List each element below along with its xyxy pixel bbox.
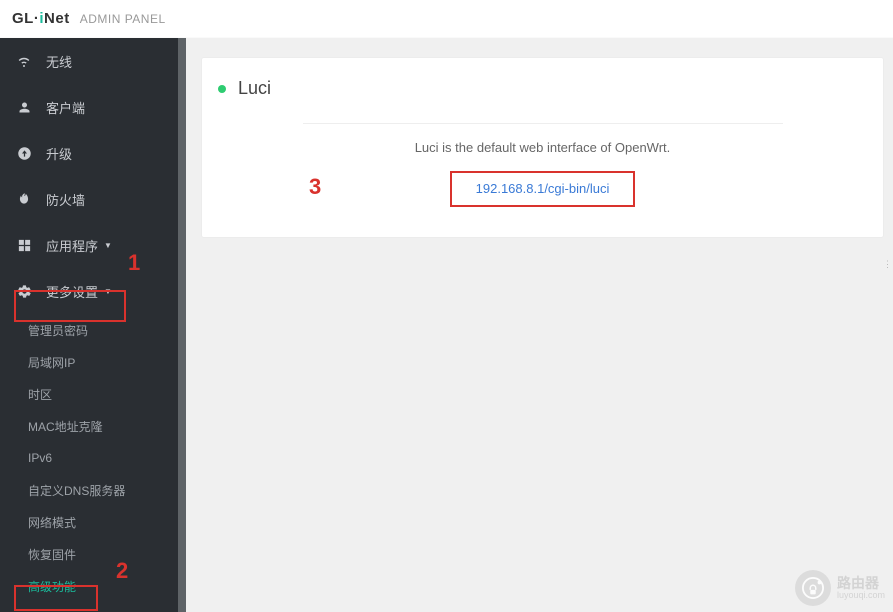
sidebar-item-upgrade[interactable]: 升级	[0, 130, 178, 176]
sub-item-label: MAC地址克隆	[28, 418, 103, 435]
luci-link[interactable]: 192.168.8.1/cgi-bin/luci	[476, 181, 610, 196]
brand-logo: GL·iNet	[12, 10, 70, 27]
chevron-down-icon: ▼	[104, 287, 112, 296]
chevron-down-icon: ▼	[104, 241, 112, 250]
sub-item-label: IPv6	[28, 451, 52, 465]
sub-item-network-mode[interactable]: 网络模式	[0, 506, 178, 538]
luci-card: Luci Luci is the default web interface o…	[202, 58, 883, 237]
brand-i: i	[39, 10, 44, 27]
sidebar-item-label: 客户端	[46, 98, 85, 117]
sub-item-label: 恢复固件	[28, 546, 76, 563]
sub-item-label: 管理员密码	[28, 322, 88, 339]
watermark-line2: luyouqi.com	[837, 591, 885, 600]
sidebar-item-label: 升级	[46, 144, 72, 163]
card-header: Luci	[218, 78, 867, 99]
sub-item-label: 自定义DNS服务器	[28, 482, 125, 499]
watermark-line1: 路由器	[837, 576, 885, 591]
main-content: Luci Luci is the default web interface o…	[186, 38, 893, 612]
brand-suffix: Net	[44, 10, 70, 27]
watermark: 路由器 luyouqi.com	[795, 570, 885, 606]
brand-prefix: GL	[12, 10, 34, 27]
scrollbar-indicator: ⋮	[883, 259, 891, 270]
app-header: GL·iNet ADMIN PANEL	[0, 0, 893, 38]
sidebar-scroll-strip[interactable]	[178, 38, 186, 612]
sidebar-item-label: 应用程序	[46, 236, 98, 255]
sidebar-item-more-settings[interactable]: 更多设置 ▼	[0, 268, 178, 314]
card-description: Luci is the default web interface of Ope…	[303, 140, 783, 155]
sub-item-timezone[interactable]: 时区	[0, 378, 178, 410]
watermark-text: 路由器 luyouqi.com	[837, 576, 885, 600]
card-title: Luci	[238, 78, 271, 99]
user-icon	[16, 99, 32, 115]
panel-title: ADMIN PANEL	[80, 12, 166, 26]
gear-icon	[16, 283, 32, 299]
sub-item-admin-password[interactable]: 管理员密码	[0, 314, 178, 346]
sub-item-label: 网络模式	[28, 514, 76, 531]
sub-item-advanced[interactable]: 高级功能	[0, 570, 178, 602]
sub-item-lan-ip[interactable]: 局域网IP	[0, 346, 178, 378]
sidebar-item-firewall[interactable]: 防火墙	[0, 176, 178, 222]
sidebar-item-label: 防火墙	[46, 190, 85, 209]
sidebar-item-label: 无线	[46, 52, 72, 71]
watermark-icon	[795, 570, 831, 606]
body-wrap: 无线 客户端 升级 防火墙 应用程序 ▼	[0, 38, 893, 612]
link-highlight-box: 192.168.8.1/cgi-bin/luci	[450, 171, 636, 207]
sub-item-mac-clone[interactable]: MAC地址克隆	[0, 410, 178, 442]
sub-item-ipv6[interactable]: IPv6	[0, 442, 178, 474]
sidebar-item-wireless[interactable]: 无线	[0, 38, 178, 84]
sidebar: 无线 客户端 升级 防火墙 应用程序 ▼	[0, 38, 178, 612]
sub-item-restore-firmware[interactable]: 恢复固件	[0, 538, 178, 570]
apps-icon	[16, 237, 32, 253]
sub-item-custom-dns[interactable]: 自定义DNS服务器	[0, 474, 178, 506]
sub-item-label: 高级功能	[28, 578, 76, 595]
status-dot-icon	[218, 85, 226, 93]
card-body: Luci is the default web interface of Ope…	[303, 123, 783, 207]
wifi-icon	[16, 53, 32, 69]
sub-item-label: 局域网IP	[28, 354, 75, 371]
sub-item-label: 时区	[28, 386, 52, 403]
firewall-icon	[16, 191, 32, 207]
sidebar-item-apps[interactable]: 应用程序 ▼	[0, 222, 178, 268]
sidebar-item-label: 更多设置	[46, 282, 98, 301]
sidebar-item-clients[interactable]: 客户端	[0, 84, 178, 130]
upgrade-icon	[16, 145, 32, 161]
